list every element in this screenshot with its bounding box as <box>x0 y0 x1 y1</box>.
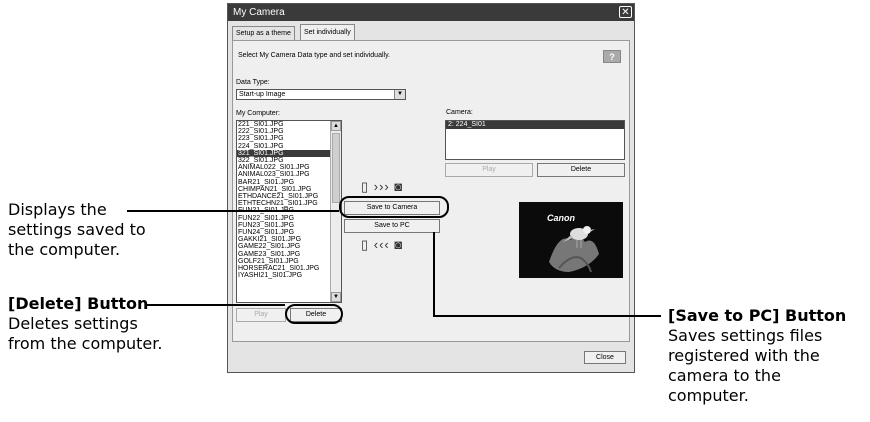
data-type-value: Start-up Image <box>239 91 286 98</box>
leader-line-delete <box>147 304 285 306</box>
list-item[interactable]: CHIMPAN21_SI01.JPG <box>237 186 341 193</box>
list-item[interactable]: HORSERAC21_SI01.JPG <box>237 265 341 272</box>
list-item[interactable]: ANIMAL022_SI01.JPG <box>237 164 341 171</box>
list-item[interactable]: ETHTECHN21_SI01.JPG <box>237 200 341 207</box>
list-item[interactable]: ANIMAL023_SI01.JPG <box>237 171 341 178</box>
tab-set-individually[interactable]: Set individually <box>300 24 355 41</box>
annotation-computer-list: Displays the settings saved to the compu… <box>8 200 146 260</box>
save-to-camera-highlight <box>339 196 449 218</box>
window-titlebar: My Camera <box>228 4 634 21</box>
list-item[interactable]: 322_SI01.JPG <box>237 157 341 164</box>
list-item[interactable]: 223_SI01.JPG <box>237 135 341 142</box>
annotation-save-line3: camera to the <box>668 366 781 385</box>
list-item[interactable]: FUN24_SI01.JPG <box>237 229 341 236</box>
annotation-save-to-pc: [Save to PC] Button Saves settings files… <box>668 306 846 406</box>
list-item[interactable]: GAME23_SI01.JPG <box>237 251 341 258</box>
data-type-select[interactable]: Start-up Image ▼ <box>236 89 406 100</box>
preview-image: Canon <box>519 202 623 278</box>
leader-line-save-pc-horizontal <box>433 315 661 317</box>
list-item[interactable]: ETHDANCE21_SI01.JPG <box>237 193 341 200</box>
list-item[interactable]: GAME22_SI01.JPG <box>237 243 341 250</box>
list-item[interactable]: 221_SI01.JPG <box>237 121 341 128</box>
list-item[interactable]: IYASHI21_SI01.JPG <box>237 272 341 279</box>
list-item[interactable]: FUN22_SI01.JPG <box>237 215 341 222</box>
annotation-delete-line1: Deletes settings <box>8 314 138 333</box>
scroll-thumb[interactable] <box>332 133 340 203</box>
annotation-computer-line3: the computer. <box>8 240 121 259</box>
list-item[interactable]: FUN23_SI01.JPG <box>237 222 341 229</box>
help-button[interactable]: ? <box>603 50 621 63</box>
save-to-pc-button[interactable]: Save to PC <box>344 219 440 233</box>
window-title: My Camera <box>233 7 285 18</box>
list-item[interactable]: 321_SI01.JPG <box>237 149 341 158</box>
camera-list[interactable]: 2: 224_SI01 <box>445 120 625 160</box>
list-item[interactable]: GAKKI21_SI01.JPG <box>237 236 341 243</box>
chevron-down-icon[interactable]: ▼ <box>394 90 405 99</box>
annotation-computer-line1: Displays the <box>8 200 107 219</box>
camera-label: Camera: <box>446 109 473 116</box>
list-item[interactable]: 222_SI01.JPG <box>237 128 341 135</box>
camera-delete-button[interactable]: Delete <box>537 163 625 177</box>
annotation-computer-line2: settings saved to <box>8 220 146 239</box>
delete-highlight <box>285 304 343 324</box>
list-item[interactable]: GOLF21_SI01.JPG <box>237 258 341 265</box>
scroll-down-icon[interactable]: ▼ <box>331 292 341 302</box>
annotation-save-line1: Saves settings files <box>668 326 823 345</box>
bird-photo <box>549 226 599 273</box>
my-computer-label: My Computer: <box>236 110 280 117</box>
camera-list-item[interactable]: 2: 224_SI01 <box>446 121 624 129</box>
scroll-up-icon[interactable]: ▲ <box>331 121 341 131</box>
annotation-delete-line2: from the computer. <box>8 334 163 353</box>
annotation-delete-title: [Delete] Button <box>8 294 149 313</box>
close-button[interactable]: Close <box>584 351 626 364</box>
data-type-label: Data Type: <box>236 79 270 86</box>
camera-play-button[interactable]: Play <box>445 163 533 177</box>
list-item[interactable]: BAR21_SI01.JPG <box>237 179 341 186</box>
annotation-delete: [Delete] Button Deletes settings from th… <box>8 294 162 354</box>
to-camera-transfer-icon: ▯ ››› ◙ <box>361 179 404 194</box>
tab-setup-as-theme[interactable]: Setup as a theme <box>232 26 295 40</box>
instruction-text: Select My Camera Data type and set indiv… <box>238 52 390 59</box>
annotation-save-line2: registered with the <box>668 346 820 365</box>
to-pc-transfer-icon: ▯ ‹‹‹ ◙ <box>361 237 404 252</box>
close-icon[interactable]: ✕ <box>619 6 632 18</box>
leader-line-computer <box>127 210 339 212</box>
left-play-button[interactable]: Play <box>236 308 286 322</box>
annotation-save-title: [Save to PC] Button <box>668 306 847 325</box>
annotation-save-line4: computer. <box>668 386 749 405</box>
leader-line-save-pc-vertical <box>433 232 435 317</box>
list-item[interactable]: 224_SI01.JPG <box>237 143 341 150</box>
